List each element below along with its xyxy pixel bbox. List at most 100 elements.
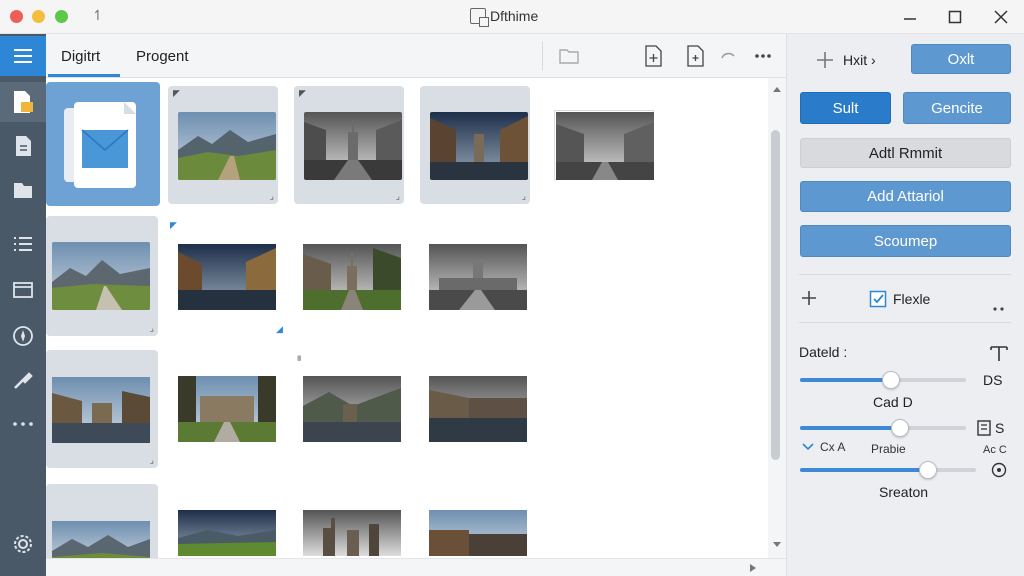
close-dot[interactable] — [10, 10, 23, 23]
photo-castle-sunset — [429, 510, 527, 556]
oxlt-button[interactable]: Oxlt — [911, 44, 1011, 74]
thumbnail-old-town-street[interactable]: ◤ ⌟ — [294, 86, 404, 204]
maximize-dot[interactable] — [55, 10, 68, 23]
slider-fill — [800, 468, 929, 472]
thumbnail-cathedral-lawn[interactable] — [303, 244, 401, 310]
more-icon — [755, 54, 771, 58]
sidebar-item-folder[interactable] — [0, 170, 46, 210]
photo-city-canal — [430, 112, 528, 180]
selection-corner: ◢ — [276, 324, 283, 334]
horizontal-scrollbar[interactable] — [46, 558, 786, 576]
corner-mark: ⌟ — [395, 191, 400, 201]
sidebar-item-list[interactable] — [0, 224, 46, 264]
photo-rainy-city — [178, 244, 276, 310]
sidebar-item-tool[interactable] — [0, 360, 46, 400]
photo-mountain-valley — [178, 112, 276, 180]
image-grid: ◤ ⌟ ◤ ⌟ ⌟ ⌟ ◤ ◢ ⌟ ▝ — [46, 78, 768, 558]
close-button[interactable] — [986, 4, 1016, 30]
right-panel: Hxit › Oxlt Sult Gencite Adtl Rmmit Add … — [786, 34, 1024, 576]
photo-towers — [303, 510, 401, 556]
sult-button[interactable]: Sult — [800, 92, 891, 124]
slider-cad-d-label: Cad D — [873, 394, 913, 410]
hxit-button[interactable]: Hxit › — [815, 50, 876, 70]
flexle-more-button[interactable] — [993, 298, 1009, 316]
sidebar-item-more[interactable] — [0, 404, 46, 444]
thumbnail-rainy-city[interactable] — [178, 244, 276, 310]
app-window: ↿ Dfthime Digitrt Progent ◤ ⌟ ◤ ⌟ ⌟ ⌟ ◤ … — [0, 0, 1024, 576]
slider-prabie[interactable] — [800, 419, 966, 437]
slider-knob[interactable] — [919, 461, 938, 479]
app-icon — [470, 8, 489, 27]
hxit-label: Hxit › — [843, 52, 876, 68]
maximize-button[interactable] — [940, 4, 970, 30]
photo-grey-street — [556, 112, 654, 180]
tab-progent[interactable]: Progent — [136, 48, 189, 65]
slider-sreaton[interactable] — [800, 461, 976, 479]
window-title: Dfthime — [490, 8, 539, 24]
adtl-rmmit-button[interactable]: Adtl Rmmit — [800, 138, 1011, 168]
plus-icon — [817, 52, 833, 68]
scrollbar-thumb[interactable] — [771, 130, 780, 460]
new-file-icon — [645, 45, 662, 67]
minimize-dot[interactable] — [32, 10, 45, 23]
add-attariol-button[interactable]: Add Attariol — [800, 181, 1011, 212]
slider-knob[interactable] — [890, 419, 909, 437]
thumbnail-palace-road[interactable] — [429, 244, 527, 310]
link-button[interactable] — [718, 44, 740, 68]
add-item-button[interactable] — [801, 290, 817, 311]
slider-prabie-right-label: Ac C — [983, 444, 1007, 456]
thumbnail-grey-street[interactable] — [554, 110, 654, 180]
new-file-button[interactable] — [642, 44, 664, 68]
corner-mark: ◤ — [299, 88, 306, 98]
gear-icon — [14, 535, 32, 553]
back-icon[interactable]: ↿ — [92, 7, 104, 24]
add-file-button[interactable] — [684, 44, 706, 68]
thumbnail-mountain-valley[interactable]: ◤ ⌟ — [168, 86, 278, 204]
thumbnail-city-canal[interactable]: ⌟ — [420, 86, 530, 204]
sidebar-item-window[interactable] — [0, 270, 46, 310]
gencite-button[interactable]: Gencite — [903, 92, 1011, 124]
folder-thumbnail[interactable] — [46, 82, 160, 206]
info-button[interactable] — [991, 462, 1007, 483]
thumbnail-tree-alley[interactable] — [178, 376, 276, 442]
s-mark: S — [995, 420, 1005, 436]
thumbnail-valley-castle[interactable] — [303, 376, 401, 442]
scoumep-button[interactable]: Scoumep — [800, 225, 1011, 257]
vertical-scrollbar[interactable] — [768, 78, 786, 558]
tab-digitrt[interactable]: Digitrt — [61, 48, 100, 65]
slider-knob[interactable] — [882, 371, 901, 389]
thumbnail-mountain-road[interactable]: ⌟ — [46, 216, 158, 336]
sidebar-item-settings[interactable] — [0, 524, 46, 564]
doc-icon — [977, 420, 991, 436]
flexle-toggle[interactable]: Flexle — [869, 290, 930, 308]
text-format-button[interactable] — [989, 344, 1009, 367]
panel-divider — [799, 274, 1011, 275]
thumbnail-canal-church[interactable]: ⌟ — [46, 350, 158, 468]
minimize-button[interactable] — [895, 4, 925, 30]
sidebar-item-compass[interactable] — [0, 316, 46, 356]
hamburger-icon — [14, 49, 32, 63]
checkbox-icon — [869, 290, 887, 308]
thumbnail-towers[interactable] — [303, 510, 401, 556]
thumbnail-green-plain[interactable] — [178, 510, 276, 556]
more-icon — [13, 422, 33, 426]
folder-toolbar-button[interactable] — [558, 44, 580, 68]
thumbnail-castle-sunset[interactable] — [429, 510, 527, 556]
close-icon — [994, 10, 1008, 24]
thumbnail-alpine-meadow[interactable] — [46, 484, 158, 558]
dateld-label: Dateld : — [799, 344, 848, 360]
photo-palace-lake — [429, 376, 527, 442]
sidebar-item-files[interactable] — [0, 82, 46, 122]
thumbnail-palace-lake[interactable] — [429, 376, 527, 442]
panel-divider — [799, 322, 1011, 323]
slider-prabie-toggle[interactable]: S — [977, 420, 1004, 436]
slider-cad-d[interactable] — [800, 371, 966, 389]
photo-palace-road — [429, 244, 527, 310]
hamburger-menu-button[interactable] — [0, 36, 46, 76]
more-options-button[interactable] — [752, 44, 774, 68]
sidebar-item-document[interactable] — [0, 126, 46, 166]
minimize-icon — [904, 18, 916, 20]
sidebar — [0, 34, 46, 576]
slider-prabie-left: Cx A — [801, 440, 845, 454]
text-format-icon — [990, 346, 1008, 361]
